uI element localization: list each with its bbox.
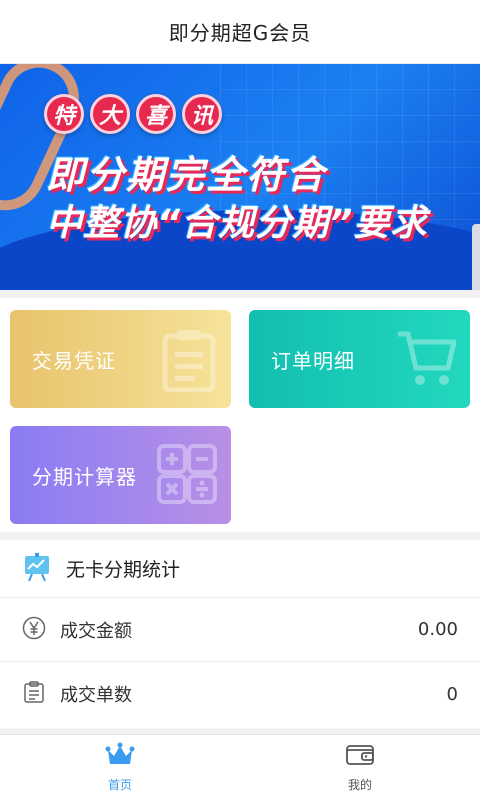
- page-title: 即分期超G会员: [168, 21, 312, 45]
- clipboard-icon: [161, 328, 217, 397]
- banner-badge: 喜: [136, 94, 176, 134]
- stat-row-count: 成交单数 0: [0, 662, 480, 726]
- banner-badge: 大: [90, 94, 130, 134]
- banner-headline-2: 中整协“合规分期”要求: [46, 203, 428, 244]
- installment-calculator-card[interactable]: 分期计算器: [10, 426, 231, 524]
- nav-item-home[interactable]: 首页: [0, 735, 240, 800]
- promo-banner[interactable]: 特 大 喜 讯 即分期完全符合 中整协“合规分期”要求: [0, 64, 480, 290]
- banner-side-tab: [472, 224, 480, 290]
- presentation-board-icon: [22, 552, 52, 586]
- shopping-cart-icon: [396, 328, 457, 393]
- nav-label: 我的: [347, 778, 372, 792]
- clipboard-icon: [22, 680, 46, 708]
- order-details-card[interactable]: 订单明细: [249, 310, 470, 408]
- banner-badge: 特: [44, 94, 84, 134]
- crown-icon: [105, 742, 135, 772]
- title-bar: 即分期超G会员: [0, 0, 480, 64]
- transaction-voucher-card[interactable]: 交易凭证: [10, 310, 231, 408]
- stats-title: 无卡分期统计: [66, 559, 181, 581]
- app-root: 即分期超G会员 特 大 喜 讯 即分期完全符合 中整协“合规分期”要求 交易凭证: [0, 0, 480, 800]
- banner-headline-1: 即分期完全符合: [46, 153, 327, 197]
- wallet-icon: [345, 742, 375, 772]
- banner-badges: 特 大 喜 讯: [44, 94, 222, 134]
- stat-row-amount: 成交金额 0.00: [0, 598, 480, 662]
- stat-value: 0.00: [417, 619, 458, 640]
- bottom-navigation: 首页 我的: [0, 734, 480, 800]
- stat-label: 成交金额: [60, 620, 132, 642]
- stats-header: 无卡分期统计: [0, 540, 480, 598]
- nav-item-mine[interactable]: 我的: [240, 735, 480, 800]
- nav-label: 首页: [107, 778, 132, 792]
- transaction-voucher-label: 交易凭证: [32, 348, 116, 373]
- stat-value: 0: [446, 683, 458, 705]
- yen-circle-icon: [22, 616, 46, 644]
- installment-calculator-label: 分期计算器: [32, 464, 137, 489]
- calculator-icon: [157, 444, 217, 509]
- order-details-label: 订单明细: [271, 348, 355, 373]
- stat-label: 成交单数: [60, 685, 132, 706]
- banner-badge: 讯: [182, 94, 222, 134]
- feature-cards: 交易凭证 订单明细 分期计算器: [0, 298, 480, 532]
- card-free-installment-stats: 无卡分期统计 成交金额 0.00 成交单数 0: [0, 540, 480, 728]
